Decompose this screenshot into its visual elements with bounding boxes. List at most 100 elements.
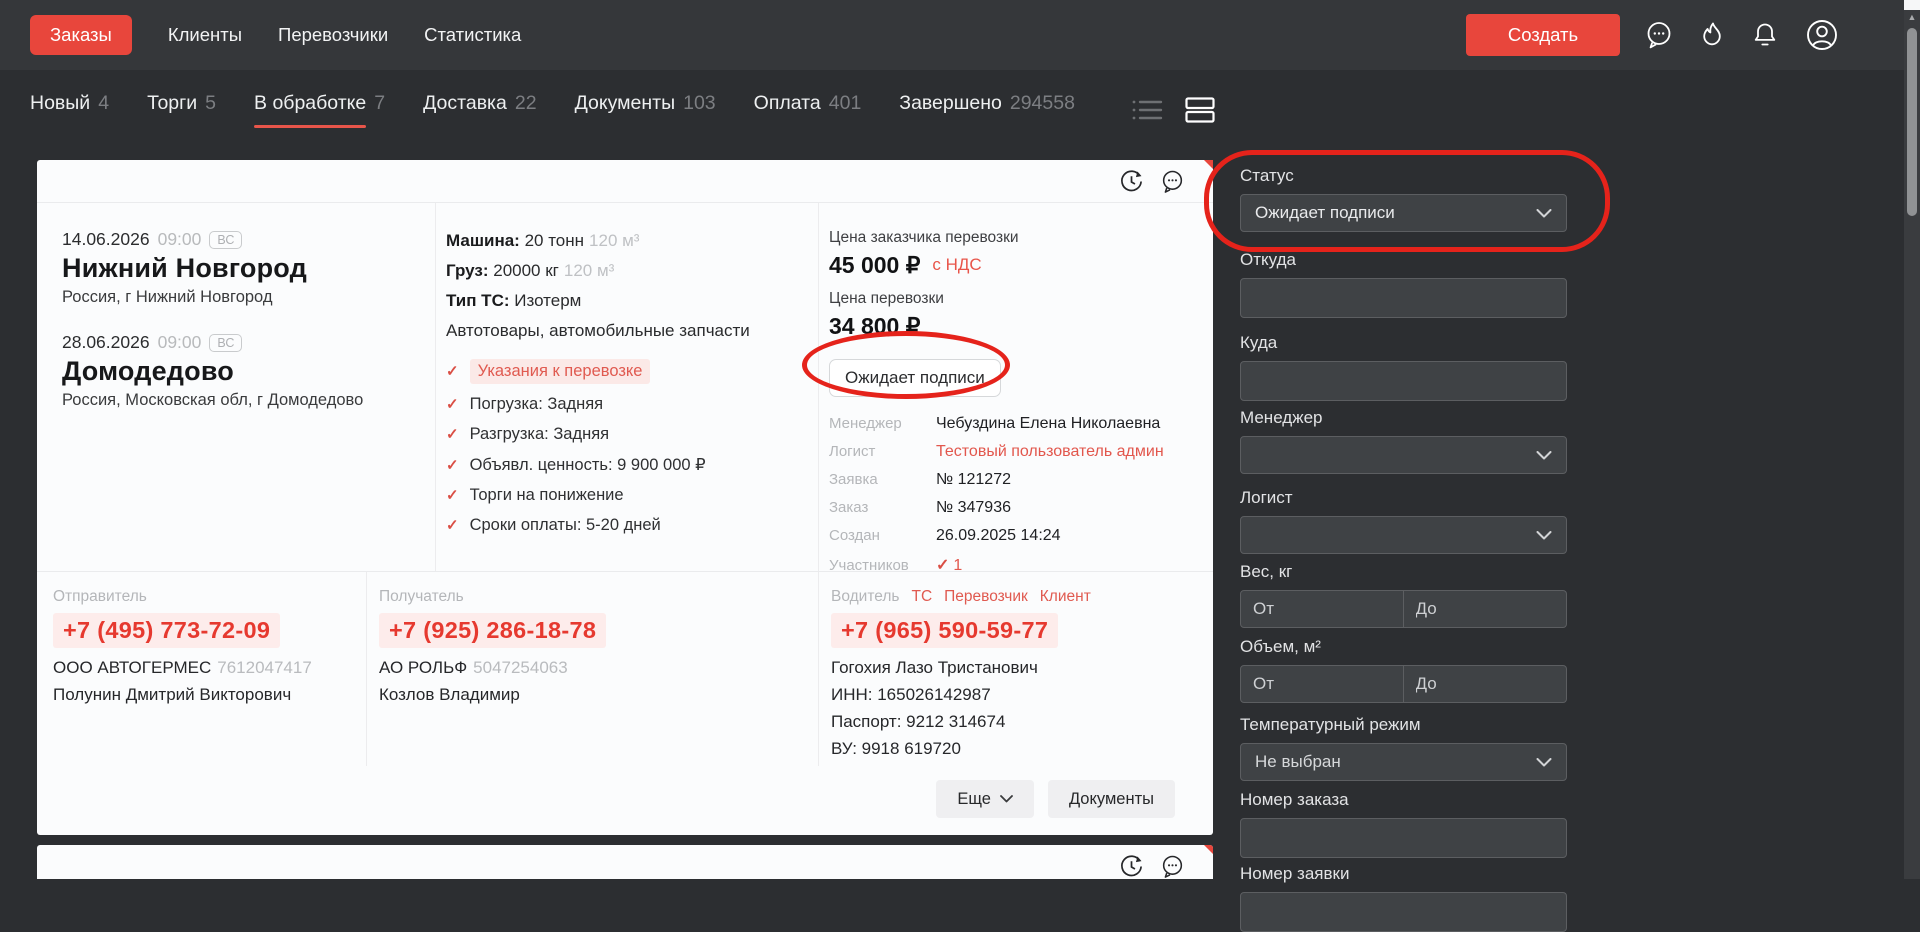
sender-person: Полунин Дмитрий Викторович: [53, 685, 292, 704]
temperature-select[interactable]: Не выбран: [1240, 743, 1567, 781]
client-link[interactable]: Клиент: [1040, 588, 1091, 606]
route-address: Россия, г Нижний Новгород: [62, 288, 273, 306]
to-input[interactable]: [1240, 361, 1567, 401]
checklist-item: ✓ Торги на понижение: [446, 486, 624, 504]
customer-price: 45 000 ₽ с НДС: [829, 251, 982, 279]
checklist-item: ✓ Разгрузка: Задняя: [446, 425, 610, 443]
filter-weight: Вес, кг: [1240, 562, 1567, 628]
tab-payment[interactable]: Оплата 401: [754, 92, 862, 128]
receiver-person: Козлов Владимир: [379, 685, 520, 704]
status-select[interactable]: Ожидает подписи: [1240, 194, 1567, 232]
order-card-body: 14.06.2026 09:00 ВС Нижний Новгород Росс…: [37, 203, 1213, 574]
order-card: 14.06.2026 09:00 ВС Нижний Новгород Росс…: [37, 160, 1213, 835]
tab-documents[interactable]: Документы 103: [575, 92, 716, 128]
route-point-to: 28.06.2026 09:00 ВС Домодедово Россия, М…: [62, 332, 415, 410]
profile-icon[interactable]: [1804, 17, 1840, 53]
filter-label: Куда: [1240, 333, 1278, 352]
carrier-price: 34 800 ₽: [829, 313, 921, 339]
filter-label: Температурный режим: [1240, 715, 1421, 734]
status-badge[interactable]: Ожидает подписи: [829, 359, 1001, 397]
receiver-block: Получатель +7 (925) 286-18-78 АО РОЛЬФ 50…: [366, 572, 818, 766]
date: 28.06.2026: [62, 332, 150, 352]
filter-label: Статус: [1240, 166, 1294, 185]
sender-label: Отправитель: [53, 588, 147, 605]
scrollbar-cap: [1904, 0, 1920, 10]
scrollbar-thumb[interactable]: [1907, 28, 1917, 216]
route-date-row: 28.06.2026 09:00 ВС: [62, 332, 415, 353]
weight-to-input[interactable]: [1403, 590, 1567, 628]
tab-in-progress[interactable]: В обработке 7: [254, 92, 385, 128]
order-card-header: [37, 160, 1213, 203]
chat-icon[interactable]: [1160, 854, 1185, 879]
weekday-badge: ВС: [209, 333, 243, 352]
filter-to: Куда: [1240, 333, 1567, 401]
history-icon[interactable]: [1119, 854, 1144, 879]
transport-instructions-link[interactable]: Указания к перевозке: [469, 359, 651, 384]
top-navbar: Заказы Клиенты Перевозчики Статистика Со…: [0, 0, 1920, 70]
route-city: Нижний Новгород: [62, 253, 307, 283]
sender-block: Отправитель +7 (495) 773-72-09 ООО АВТОГ…: [37, 572, 366, 766]
filter-request-number: Номер заявки: [1240, 864, 1567, 932]
tab-new[interactable]: Новый 4: [30, 92, 109, 128]
check-icon: ✓: [446, 396, 459, 413]
weight-from-input[interactable]: [1240, 590, 1404, 628]
sender-phone[interactable]: +7 (495) 773-72-09: [53, 613, 281, 648]
driver-inn: ИНН: 165026142987: [831, 685, 991, 704]
order-card-header: [37, 845, 1213, 879]
chat-icon[interactable]: [1644, 20, 1674, 50]
volume-to-input[interactable]: [1403, 665, 1567, 703]
detail-row-request: Заявка № 121272: [829, 471, 1011, 488]
route-point-from: 14.06.2026 09:00 ВС Нижний Новгород Росс…: [62, 229, 415, 307]
volume-from-input[interactable]: [1240, 665, 1404, 703]
filter-temperature: Температурный режим Не выбран: [1240, 715, 1567, 781]
create-button[interactable]: Создать: [1466, 14, 1620, 56]
scroll-up-arrow[interactable]: ▲: [1904, 13, 1920, 22]
flame-icon[interactable]: [1698, 20, 1726, 50]
cards-view-icon[interactable]: [1185, 97, 1215, 123]
detail-row-logist: Логист Тестовый пользователь админ: [829, 443, 1164, 460]
nav-item-orders[interactable]: Заказы: [30, 15, 132, 55]
manager-select[interactable]: [1240, 436, 1567, 474]
checklist-item: ✓ Погрузка: Задняя: [446, 395, 604, 413]
price-column: Цена заказчика перевозки 45 000 ₽ с НДС Ц…: [818, 203, 1213, 574]
filter-label: Менеджер: [1240, 408, 1323, 427]
filter-from: Откуда: [1240, 250, 1567, 318]
history-icon[interactable]: [1119, 169, 1144, 194]
list-view-icon[interactable]: [1131, 97, 1163, 123]
receiver-company: АО РОЛЬФ 5047254063: [379, 658, 568, 677]
tab-bidding[interactable]: Торги 5: [147, 92, 216, 128]
driver-passport: Паспорт: 9212 314674: [831, 712, 1006, 731]
check-icon: ✓: [446, 363, 459, 380]
nav-item-clients[interactable]: Клиенты: [168, 24, 242, 46]
nav-item-carriers[interactable]: Перевозчики: [278, 24, 388, 46]
driver-block: Водитель ТС Перевозчик Клиент +7 (965) 5…: [818, 572, 1213, 766]
tab-delivery[interactable]: Доставка 22: [423, 92, 536, 128]
date: 14.06.2026: [62, 229, 150, 249]
receiver-phone[interactable]: +7 (925) 286-18-78: [379, 613, 607, 648]
documents-button[interactable]: Документы: [1047, 780, 1175, 818]
request-number-input[interactable]: [1240, 892, 1567, 932]
vehicle-link[interactable]: ТС: [911, 588, 932, 606]
logist-select[interactable]: [1240, 516, 1567, 554]
chevron-down-icon: [1536, 757, 1552, 766]
next-order-card: [37, 845, 1213, 879]
chat-icon[interactable]: [1160, 169, 1185, 194]
vat-label[interactable]: с НДС: [932, 251, 981, 279]
bell-icon[interactable]: [1750, 20, 1780, 50]
carrier-link[interactable]: Перевозчик: [944, 588, 1028, 606]
main-menu: Заказы Клиенты Перевозчики Статистика: [30, 15, 521, 55]
order-number-input[interactable]: [1240, 818, 1567, 858]
page-scrollbar[interactable]: ▲: [1904, 0, 1920, 879]
cargo-description: Автотовары, автомобильные запчасти: [446, 321, 750, 340]
check-icon: ✓: [446, 426, 459, 443]
more-button[interactable]: Еще: [936, 780, 1034, 818]
cargo-column: Машина: 20 тонн 120 м³ Груз: 20000 кг 120 …: [435, 203, 818, 571]
checklist-item: ✓ Объявл. ценность: 9 900 000 ₽: [446, 456, 706, 474]
nav-item-statistics[interactable]: Статистика: [424, 24, 521, 46]
driver-license: ВУ: 9918 619720: [831, 739, 961, 758]
carrier-price-label: Цена перевозки: [829, 290, 944, 307]
from-input[interactable]: [1240, 278, 1567, 318]
tab-completed[interactable]: Завершено 294558: [899, 92, 1075, 128]
filter-label: Вес, кг: [1240, 562, 1293, 581]
driver-phone[interactable]: +7 (965) 590-59-77: [831, 613, 1059, 648]
